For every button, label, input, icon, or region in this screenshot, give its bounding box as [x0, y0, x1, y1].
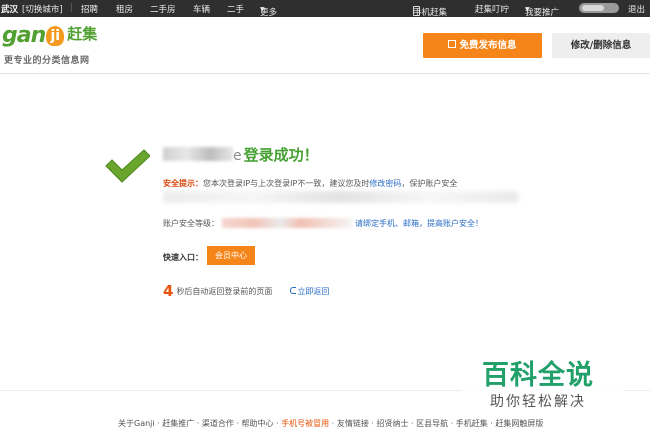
- checkmark-icon: [105, 149, 150, 183]
- nav-vehicles[interactable]: 车辆: [193, 3, 210, 15]
- security-tip-label: 安全提示：: [163, 179, 203, 188]
- logo-chinese: 赶集: [67, 25, 98, 43]
- bind-phone-email-link[interactable]: 请绑定手机、邮箱，提高账户安全！: [355, 219, 483, 228]
- security-level-redacted: [222, 218, 352, 228]
- login-success-title: e 登录成功！: [163, 144, 319, 165]
- username-suffix: e: [233, 148, 242, 164]
- free-post-label: 免费发布信息: [459, 40, 517, 51]
- username-redacted: [163, 147, 233, 161]
- nav-jobs[interactable]: 招聘: [81, 3, 98, 15]
- redirect-countdown: 4 秒后自动返回登录前的页面 立即返回: [163, 282, 329, 300]
- footer-link-jobs[interactable]: 招贤纳士: [376, 419, 408, 428]
- ganji-logo[interactable]: gan ji 赶集: [2, 23, 98, 48]
- redacted-line: [163, 191, 518, 203]
- quick-entry-label: 快速入口：: [163, 253, 203, 262]
- nav-second-house[interactable]: 二手房: [150, 3, 176, 15]
- security-tip-text: 您本次登录IP与上次登录IP不一致，建议您及时: [203, 179, 370, 188]
- change-password-link[interactable]: 修改密码: [369, 179, 401, 188]
- security-level-label: 账户安全等级：: [163, 219, 219, 228]
- switch-city-link[interactable]: [切换城市]: [22, 3, 63, 15]
- logout-link[interactable]: 退出: [628, 3, 645, 15]
- footer-links: 关于Ganji · 赶集推广 · 渠道合作 · 帮助中心 · 手机号被冒用 · …: [118, 419, 544, 428]
- caret-down-icon: ▼: [260, 6, 265, 13]
- footer-link-promote[interactable]: 赶集推广: [162, 419, 194, 428]
- divider: |: [70, 3, 73, 13]
- nav-rent[interactable]: 租房: [116, 3, 133, 15]
- footer-link-about[interactable]: 关于Ganji: [118, 419, 155, 428]
- account-security-level: 账户安全等级： 请绑定手机、邮箱，提高账户安全！: [163, 218, 483, 229]
- success-message: 登录成功！: [243, 146, 319, 164]
- return-icon: [290, 287, 297, 294]
- return-now-link[interactable]: 立即返回: [290, 287, 329, 296]
- watermark-subtitle: 助你轻松解决: [490, 394, 586, 410]
- logo-latin: gan: [2, 23, 46, 48]
- free-post-button[interactable]: 免费发布信息: [423, 33, 542, 58]
- logo-circle: ji: [46, 26, 65, 46]
- ganji-time-link[interactable]: 赶集叮咛: [475, 3, 509, 15]
- countdown-text: 秒后自动返回登录前的页面: [176, 287, 273, 296]
- edit-delete-button[interactable]: 修改/删除信息: [552, 33, 650, 58]
- footer-link-county-nav[interactable]: 区县导航: [416, 419, 448, 428]
- return-now-label: 立即返回: [297, 287, 330, 296]
- footer-link-touch[interactable]: 赶集网触屏版: [495, 419, 543, 428]
- footer-link-phone-misuse[interactable]: 手机号被冒用: [281, 419, 329, 428]
- footer-link-mobile[interactable]: 手机赶集: [456, 419, 488, 428]
- site-header: gan ji 赶集 更专业的分类信息网 免费发布信息 修改/删除信息: [0, 17, 650, 74]
- site-slogan: 更专业的分类信息网: [4, 56, 90, 66]
- security-tip: 安全提示：您本次登录IP与上次登录IP不一致，建议您及时修改密码，保护账户安全: [163, 178, 457, 189]
- post-edit-icon: [448, 40, 457, 48]
- footer-link-partnership[interactable]: 渠道合作: [202, 419, 234, 428]
- watermark-title: 百科全说: [482, 360, 594, 391]
- footer-link-help[interactable]: 帮助中心: [242, 419, 274, 428]
- top-nav-bar: 武汉 [切换城市] | 招聘 租房 二手房 车辆 二手 更多 ▼ 手机赶集 赶集…: [0, 0, 650, 18]
- countdown-number: 4: [163, 282, 174, 300]
- current-city: 武汉: [1, 5, 19, 15]
- caret-down-icon: ▼: [525, 6, 530, 13]
- footer-link-friends[interactable]: 友情链接: [337, 419, 369, 428]
- user-account-menu[interactable]: [579, 3, 619, 13]
- member-center-button[interactable]: 会员中心: [207, 246, 255, 265]
- nav-second-hand[interactable]: 二手: [227, 3, 244, 15]
- security-tip-text-after: ，保护账户安全: [401, 179, 458, 188]
